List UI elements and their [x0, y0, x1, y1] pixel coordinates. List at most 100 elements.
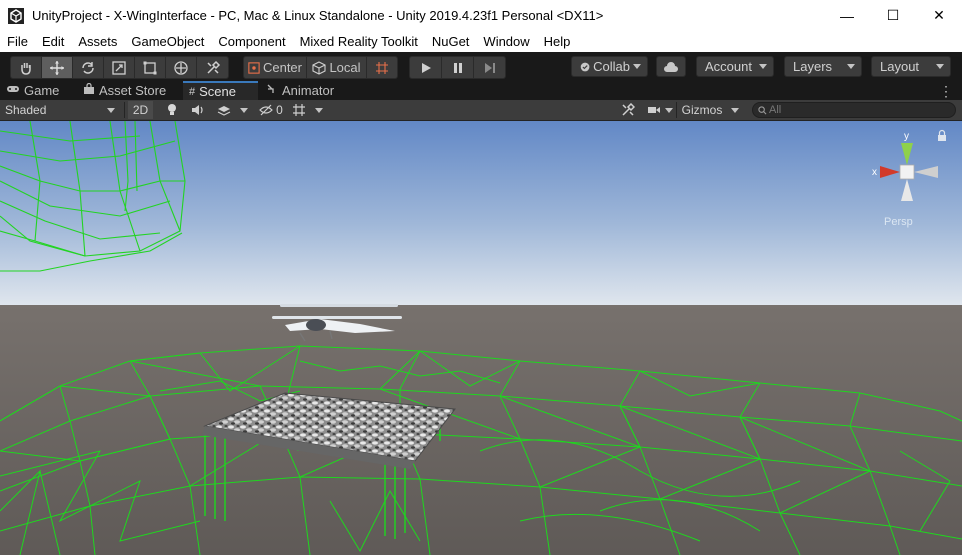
scale-tool-button[interactable] [104, 57, 135, 78]
lighting-toggle[interactable] [160, 101, 184, 119]
layout-dropdown[interactable]: Layout [871, 56, 951, 77]
draw-mode-dropdown[interactable]: Shaded [3, 101, 121, 119]
account-dropdown[interactable]: Account [696, 56, 774, 77]
play-button[interactable] [410, 57, 442, 78]
effects-layers-icon [217, 106, 231, 116]
tab-menu-button[interactable]: ⋮ [938, 81, 954, 100]
collab-dropdown[interactable]: Collab [571, 56, 648, 77]
grid-toggle[interactable] [288, 101, 310, 119]
grid-icon [293, 104, 305, 116]
grid-hash-icon: # [189, 85, 196, 98]
cube-icon [312, 60, 327, 75]
rect-tool-icon [143, 61, 157, 74]
transform-tool-button[interactable] [166, 57, 197, 78]
gizmos-label: Gizmos [681, 103, 723, 117]
store-bag-icon [83, 82, 95, 98]
close-button[interactable]: ✕ [916, 0, 962, 31]
minimize-button[interactable]: — [824, 0, 870, 31]
title-bar: UnityProject - X-WingInterface - PC, Mac… [0, 0, 962, 31]
scene-search-field[interactable]: All [752, 102, 956, 118]
speaker-icon [192, 105, 203, 115]
scene-render: y x Persp [0, 121, 962, 555]
toggle-2d-label: 2D [132, 103, 149, 117]
draw-mode-caret-icon [107, 107, 115, 113]
animator-icon [266, 83, 278, 98]
rect-tool-button[interactable] [135, 57, 166, 78]
step-icon [484, 62, 495, 73]
tab-asset-store-label: Asset Store [99, 83, 167, 98]
editor-tab-bar: Game Asset Store # Scene Animator ⋮ [0, 81, 962, 100]
grid-snap-icon [376, 61, 388, 74]
move-icon [50, 60, 64, 75]
separator [124, 102, 125, 118]
toggle-2d-button[interactable]: 2D [128, 101, 153, 119]
custom-tool-icon [206, 60, 220, 74]
grid-dropdown[interactable] [312, 101, 326, 119]
tools-button[interactable] [617, 101, 639, 119]
scene-toolbar: Shaded 2D 0 Gizmos All [0, 100, 962, 121]
menu-file[interactable]: File [0, 34, 35, 49]
maximize-button[interactable]: ☐ [870, 0, 916, 31]
effects-dropdown[interactable] [237, 101, 251, 119]
menu-gameobject[interactable]: GameObject [124, 34, 211, 49]
pivot-icon [248, 61, 260, 74]
tab-animator-label: Animator [282, 83, 335, 98]
pivot-label: Center [262, 60, 302, 75]
menu-help[interactable]: Help [537, 34, 578, 49]
camera-dropdown[interactable] [663, 101, 675, 119]
menu-window[interactable]: Window [476, 34, 536, 49]
gamepad-icon [6, 84, 20, 97]
menu-assets[interactable]: Assets [71, 34, 124, 49]
custom-tool-button[interactable] [197, 57, 228, 78]
search-icon [758, 106, 767, 115]
menu-component[interactable]: Component [211, 34, 292, 49]
pause-icon [453, 62, 462, 73]
transform-tools [10, 56, 229, 79]
transform-icon [174, 60, 188, 75]
tab-asset-store[interactable]: Asset Store [83, 81, 173, 100]
layout-caret-icon [936, 64, 944, 69]
tab-game-label: Game [24, 83, 60, 98]
layout-label: Layout [880, 59, 920, 74]
menu-mixed-reality-toolkit[interactable]: Mixed Reality Toolkit [293, 34, 425, 49]
main-toolbar: Center Local Collab Account Layers Layou… [0, 52, 962, 81]
hand-icon [21, 62, 31, 75]
pivot-tools: Center Local [243, 56, 398, 79]
window-title: UnityProject - X-WingInterface - PC, Mac… [32, 8, 604, 23]
layers-caret-icon [847, 64, 855, 69]
persp-label[interactable]: Persp [884, 216, 913, 228]
collab-label: Collab [593, 59, 630, 74]
gizmos-toggle[interactable]: Gizmos [678, 101, 726, 119]
effects-toggle[interactable] [212, 101, 236, 119]
cloud-button[interactable] [656, 56, 686, 77]
scene-viewport[interactable]: y x Persp [0, 121, 962, 555]
hand-tool-button[interactable] [11, 57, 42, 78]
gizmo-center-cube[interactable] [899, 164, 915, 180]
eye-hidden-icon [259, 104, 274, 116]
move-tool-button[interactable] [42, 57, 73, 78]
menu-edit[interactable]: Edit [35, 34, 71, 49]
gizmos-dropdown[interactable] [728, 101, 742, 119]
pivot-space-toggle[interactable]: Local [307, 57, 367, 78]
wrench-icon [622, 103, 635, 116]
tab-animator[interactable]: Animator [266, 81, 346, 100]
pivot-center-toggle[interactable]: Center [244, 57, 307, 78]
collab-caret-icon [633, 64, 641, 69]
rotate-tool-button[interactable] [73, 57, 104, 78]
layers-dropdown[interactable]: Layers [784, 56, 862, 77]
unity-editor-window: UnityProject - X-WingInterface - PC, Mac… [0, 0, 962, 555]
step-button[interactable] [474, 57, 505, 78]
playback-controls [409, 56, 506, 79]
grid-caret-icon [315, 107, 323, 113]
scene-search-placeholder: All [769, 104, 782, 116]
scene-visibility-toggle[interactable]: 0 [256, 101, 286, 119]
tab-game[interactable]: Game [6, 81, 76, 100]
audio-toggle[interactable] [186, 101, 210, 119]
camera-settings-button[interactable] [643, 101, 665, 119]
tab-scene[interactable]: # Scene [183, 81, 258, 100]
snap-increment-button[interactable] [367, 57, 397, 78]
menu-nuget[interactable]: NuGet [425, 34, 477, 49]
gizmos-caret-icon [731, 107, 739, 113]
pause-button[interactable] [442, 57, 474, 78]
camera-caret-icon [665, 107, 673, 113]
